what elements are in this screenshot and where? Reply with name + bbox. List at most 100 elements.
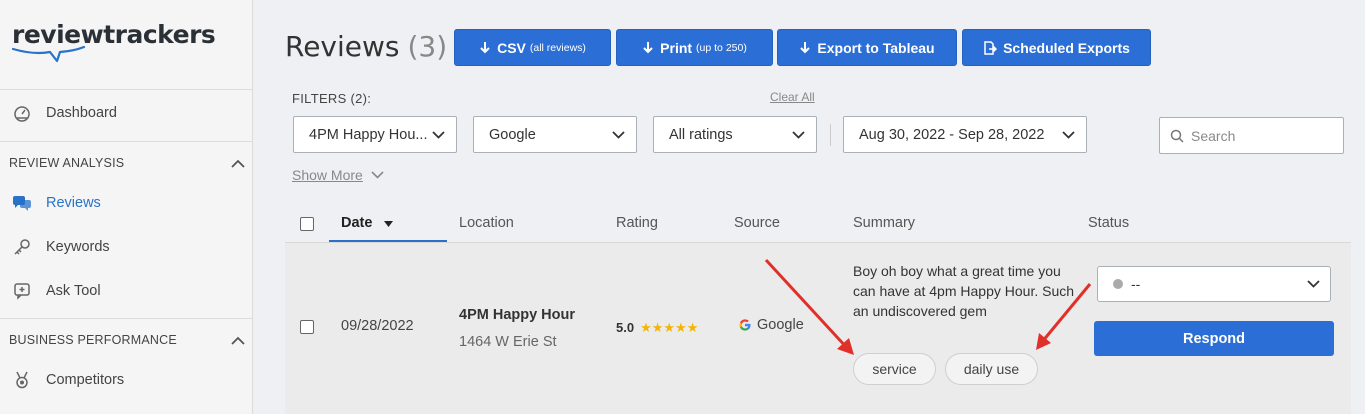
date-range-select[interactable]: Aug 30, 2022 - Sep 28, 2022 bbox=[843, 116, 1087, 153]
sidebar: reviewtrackers Dashboard REVIEW ANALYSIS… bbox=[0, 0, 253, 414]
sidebar-item-label: Keywords bbox=[46, 239, 110, 255]
column-label: Date bbox=[341, 215, 373, 231]
section-business-performance[interactable]: BUSINESS PERFORMANCE bbox=[9, 333, 245, 347]
sidebar-item-competitors[interactable]: Competitors bbox=[0, 365, 253, 395]
sidebar-item-label: Dashboard bbox=[46, 105, 117, 121]
status-dot-icon bbox=[1113, 279, 1123, 289]
chevron-down-icon bbox=[1307, 280, 1320, 288]
page-title: Reviews (3) bbox=[285, 30, 447, 63]
filter-separator bbox=[830, 124, 831, 146]
location-address: 1464 W Erie St bbox=[459, 334, 557, 350]
review-count: (3) bbox=[407, 30, 448, 63]
rating-filter-select[interactable]: All ratings bbox=[653, 116, 817, 153]
section-review-analysis[interactable]: REVIEW ANALYSIS bbox=[9, 156, 245, 170]
star-icon: ★ bbox=[663, 320, 676, 335]
csv-export-button[interactable]: CSV (all reviews) bbox=[454, 29, 611, 66]
search-input[interactable] bbox=[1191, 127, 1331, 144]
location-name[interactable]: 4PM Happy Hour bbox=[459, 307, 575, 323]
keyword-tag-service[interactable]: service bbox=[853, 353, 936, 385]
active-sort-indicator bbox=[329, 240, 447, 242]
divider bbox=[0, 141, 253, 142]
status-select[interactable]: -- bbox=[1097, 266, 1331, 302]
sidebar-item-label: Ask Tool bbox=[46, 283, 101, 299]
column-location[interactable]: Location bbox=[459, 215, 514, 231]
keyword-tag-daily-use[interactable]: daily use bbox=[945, 353, 1038, 385]
sidebar-item-dashboard[interactable]: Dashboard bbox=[0, 98, 253, 128]
message-plus-icon bbox=[11, 280, 33, 302]
sidebar-item-reviews[interactable]: Reviews bbox=[0, 188, 253, 218]
print-button[interactable]: Print (up to 250) bbox=[616, 29, 773, 66]
scheduled-exports-button[interactable]: Scheduled Exports bbox=[962, 29, 1151, 66]
divider bbox=[0, 318, 253, 319]
export-to-tableau-button[interactable]: Export to Tableau bbox=[777, 29, 957, 66]
table-row[interactable]: 09/28/2022 4PM Happy Hour 1464 W Erie St… bbox=[285, 243, 1351, 414]
button-label: Scheduled Exports bbox=[1003, 39, 1130, 56]
search-box[interactable] bbox=[1159, 117, 1344, 154]
arrow-down-icon bbox=[643, 42, 653, 54]
title-text: Reviews bbox=[285, 30, 400, 63]
section-label: BUSINESS PERFORMANCE bbox=[9, 333, 177, 347]
chevron-down-icon bbox=[792, 130, 805, 139]
select-value: 4PM Happy Hou... bbox=[309, 126, 428, 143]
medal-icon bbox=[11, 369, 33, 391]
status-value: -- bbox=[1131, 276, 1141, 292]
search-icon bbox=[1170, 129, 1184, 143]
section-label: REVIEW ANALYSIS bbox=[9, 156, 125, 170]
star-icon: ★ bbox=[640, 320, 652, 335]
chevron-down-icon bbox=[612, 130, 625, 139]
respond-button[interactable]: Respond bbox=[1094, 321, 1334, 356]
star-icon: ★ bbox=[686, 320, 699, 335]
logo[interactable]: reviewtrackers bbox=[0, 0, 252, 90]
select-all-checkbox[interactable] bbox=[300, 217, 314, 231]
sort-desc-icon[interactable] bbox=[384, 221, 394, 227]
table-header: Date Location Rating Source Summary Stat… bbox=[285, 205, 1351, 243]
main-content: Reviews (3) CSV (all reviews) Print (up to … bbox=[254, 0, 1365, 414]
arrow-down-icon bbox=[480, 42, 490, 54]
show-more-label: Show More bbox=[292, 167, 363, 183]
select-value: Aug 30, 2022 - Sep 28, 2022 bbox=[859, 126, 1045, 143]
button-label: Print bbox=[660, 39, 693, 56]
google-logo-icon bbox=[739, 319, 751, 331]
dashboard-icon bbox=[11, 102, 33, 124]
star-icon: ★ bbox=[651, 320, 664, 335]
star-icon: ★ bbox=[675, 320, 687, 335]
column-rating[interactable]: Rating bbox=[616, 215, 658, 231]
location-filter-select[interactable]: 4PM Happy Hou... bbox=[293, 116, 457, 153]
select-value: All ratings bbox=[669, 126, 733, 143]
arrow-down-icon bbox=[800, 42, 811, 54]
column-summary: Summary bbox=[853, 215, 916, 231]
show-more-toggle[interactable]: Show More bbox=[292, 167, 384, 183]
review-summary: Boy oh boy what a great time you can hav… bbox=[853, 263, 1075, 319]
button-note: (all reviews) bbox=[529, 41, 586, 54]
chevron-down-icon bbox=[432, 130, 445, 139]
chevron-up-icon[interactable] bbox=[231, 159, 245, 168]
row-checkbox[interactable] bbox=[300, 320, 314, 334]
chat-bubbles-icon bbox=[11, 192, 33, 214]
column-status[interactable]: Status bbox=[1088, 215, 1129, 231]
rating-cell: 5.0 ★ ★ ★ ★ ★ bbox=[616, 320, 698, 335]
button-note: (up to 250) bbox=[696, 41, 747, 54]
source-name: Google bbox=[757, 317, 804, 333]
source-cell: Google bbox=[738, 317, 804, 333]
file-export-icon bbox=[984, 40, 998, 55]
star-rating: ★ ★ ★ ★ ★ bbox=[640, 321, 698, 334]
select-value: Google bbox=[489, 126, 536, 143]
clear-all-link[interactable]: Clear All bbox=[770, 90, 815, 104]
brand-name: reviewtrackers bbox=[12, 20, 216, 49]
column-source[interactable]: Source bbox=[734, 215, 780, 231]
chevron-up-icon[interactable] bbox=[231, 336, 245, 345]
rating-value: 5.0 bbox=[616, 320, 635, 335]
button-label: CSV bbox=[497, 39, 526, 56]
logo-swoosh-icon bbox=[12, 46, 86, 63]
chevron-down-icon bbox=[1062, 130, 1075, 139]
sidebar-item-ask-tool[interactable]: Ask Tool bbox=[0, 276, 253, 306]
chevron-down-icon bbox=[371, 171, 384, 179]
review-date: 09/28/2022 bbox=[341, 318, 414, 334]
sidebar-item-keywords[interactable]: Keywords bbox=[0, 232, 253, 262]
sidebar-item-label: Reviews bbox=[46, 195, 101, 211]
column-date[interactable]: Date bbox=[341, 215, 394, 231]
source-filter-select[interactable]: Google bbox=[473, 116, 637, 153]
sidebar-item-label: Competitors bbox=[46, 372, 125, 388]
filters-label: FILTERS (2): bbox=[292, 91, 372, 106]
key-icon bbox=[11, 236, 33, 258]
